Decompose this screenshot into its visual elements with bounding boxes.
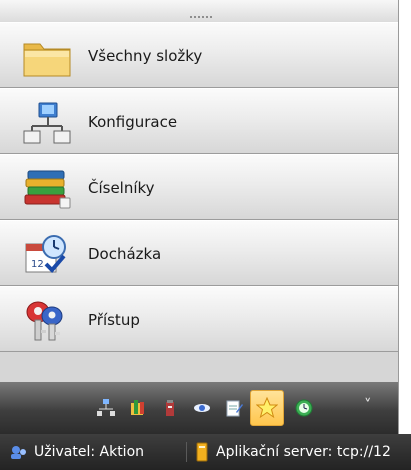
user-icon xyxy=(10,444,28,460)
chevron-down-icon[interactable]: ˅ xyxy=(364,396,372,414)
nav-item-label: Přístup xyxy=(88,311,140,329)
nav-item-label: Konfigurace xyxy=(88,113,178,131)
nav-item-ciselniky[interactable]: Číselníky xyxy=(0,154,398,220)
status-user: Uživatel: Aktion xyxy=(10,434,144,470)
calendar-clock-icon: 12 xyxy=(22,234,72,276)
eye-icon[interactable] xyxy=(188,394,216,422)
nav-item-dochazka[interactable]: 12 Docházka xyxy=(0,220,398,286)
nav-item-label: Číselníky xyxy=(88,179,155,197)
nav-item-label: Všechny složky xyxy=(88,47,203,65)
user-label: Uživatel: Aktion xyxy=(34,444,145,460)
pane-splitter[interactable] xyxy=(0,0,398,23)
clock-icon[interactable] xyxy=(290,394,318,422)
nav-item-konfigurace[interactable]: Konfigurace xyxy=(0,88,398,154)
status-separator xyxy=(186,442,187,462)
nav-item-pristup[interactable]: Přístup xyxy=(0,286,398,352)
server-icon xyxy=(196,442,208,462)
server-label: Aplikační server: tcp://12 xyxy=(216,444,391,460)
folder-icon xyxy=(22,36,72,78)
nav-item-vsechny-slozky[interactable]: Všechny složky xyxy=(0,22,398,88)
status-server: Aplikační server: tcp://12 xyxy=(196,434,391,470)
nav-item-label: Docházka xyxy=(88,245,162,263)
notepad-icon[interactable] xyxy=(220,394,248,422)
navigation-pane: Všechny složky Konfigurace Číselníky 12 … xyxy=(0,0,399,434)
tower-icon[interactable] xyxy=(156,394,184,422)
network-icon xyxy=(22,102,72,144)
splitter-grip[interactable] xyxy=(190,16,212,18)
star-icon[interactable] xyxy=(250,390,284,426)
keys-icon xyxy=(22,300,72,342)
books-icon xyxy=(22,168,72,210)
svg-text:12: 12 xyxy=(31,259,44,270)
status-bar: Uživatel: Aktion Aplikační server: tcp:/… xyxy=(0,434,411,470)
shortcut-toolbar: ˅ xyxy=(0,382,398,434)
folders-small-icon[interactable] xyxy=(124,394,152,422)
network-small-icon[interactable] xyxy=(92,394,120,422)
